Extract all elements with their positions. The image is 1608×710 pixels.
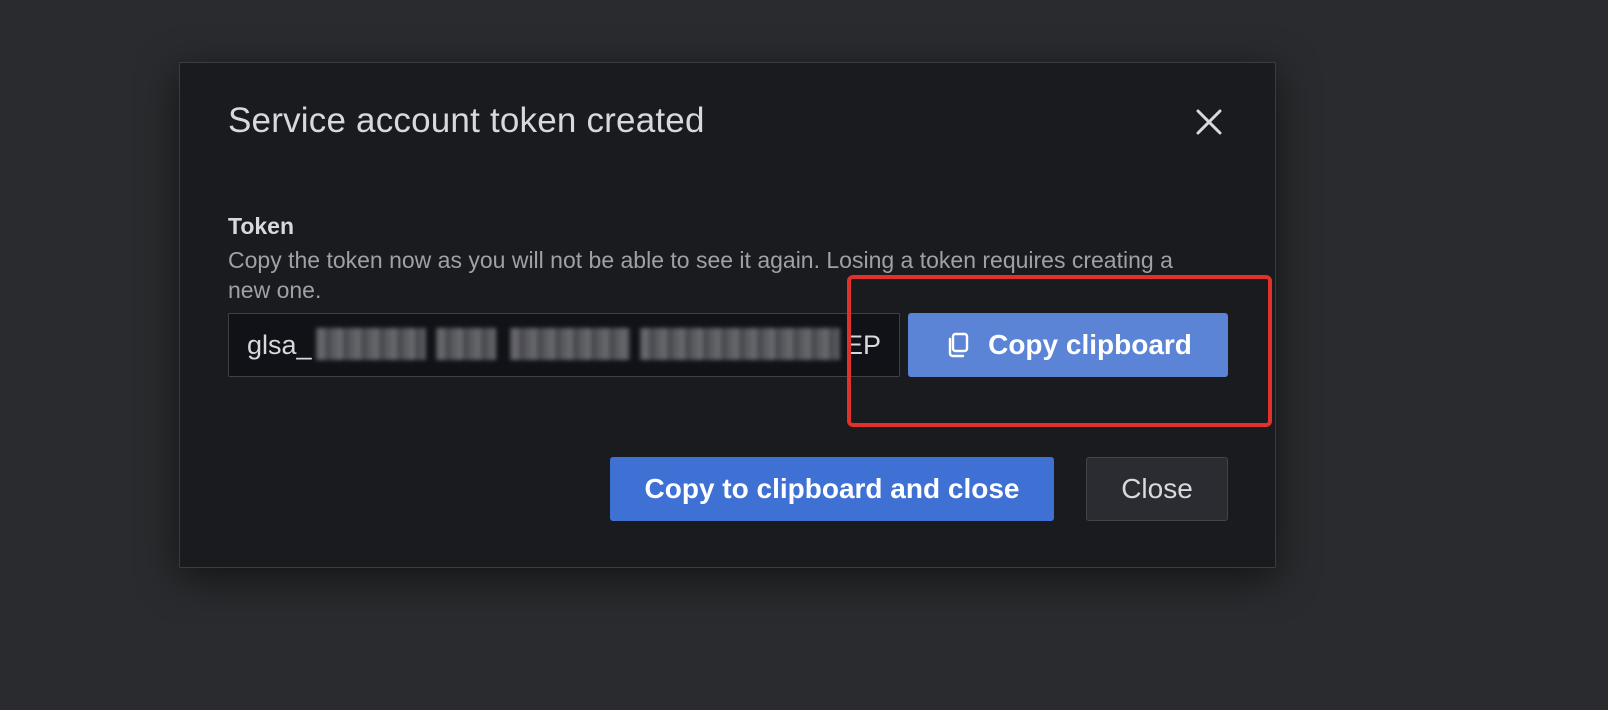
redaction-blur (316, 328, 426, 360)
copy-clipboard-label: Copy clipboard (988, 329, 1192, 360)
redaction-blur (640, 328, 840, 360)
token-created-modal: Service account token created Token Copy… (179, 62, 1276, 568)
token-label: Token (228, 213, 295, 239)
redaction-blur (510, 328, 630, 360)
token-description: Copy the token now as you will not be ab… (228, 247, 1173, 303)
close-button[interactable]: Close (1086, 457, 1228, 521)
modal-title: Service account token created (228, 101, 705, 140)
copy-and-close-button[interactable]: Copy to clipboard and close (610, 457, 1054, 521)
close-icon[interactable] (1194, 107, 1224, 137)
copy-clipboard-button[interactable]: Copy clipboard (908, 313, 1228, 377)
token-value-end: EP (845, 330, 882, 360)
token-value-start: glsa_ (247, 330, 312, 360)
redaction-blur (436, 328, 496, 360)
copy-icon (944, 331, 972, 359)
